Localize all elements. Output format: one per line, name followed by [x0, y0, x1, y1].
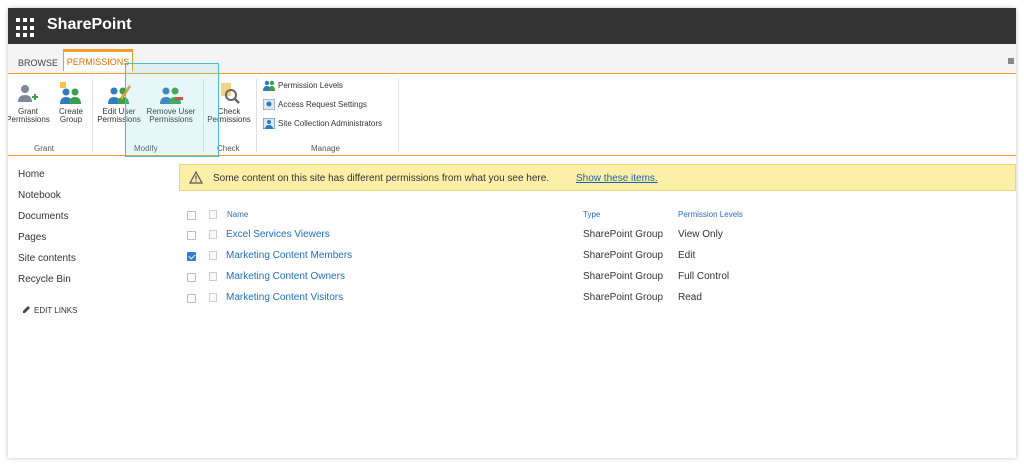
permission-levels-icon [263, 81, 275, 92]
permission-level: Full Control [678, 271, 730, 282]
row-checkbox[interactable] [187, 273, 196, 282]
nav-item-recycle-bin[interactable]: Recycle Bin [18, 273, 76, 294]
selection-highlight [125, 63, 219, 157]
row-checkbox[interactable] [187, 231, 196, 240]
group-label-grant: Grant [34, 144, 55, 153]
group-type: SharePoint Group [583, 250, 664, 261]
site-collection-administrators-button[interactable]: Site Collection Administrators [262, 116, 383, 132]
group-label-manage: Manage [311, 144, 340, 153]
document-icon [209, 251, 217, 260]
sharepoint-window: SharePoint BROWSE PERMISSIONS Grant Perm… [8, 8, 1016, 458]
row-checkbox[interactable] [187, 294, 196, 303]
banner-message: Some content on this site has different … [213, 173, 550, 184]
group-type: SharePoint Group [583, 292, 664, 303]
nav-item-site-contents[interactable]: Site contents [18, 252, 76, 273]
show-these-items-link[interactable]: Show these items. [576, 173, 658, 184]
column-header-type[interactable]: Type [583, 210, 600, 219]
grant-permissions-icon [18, 85, 38, 102]
permission-levels-label: Permission Levels [278, 81, 343, 90]
tab-permissions[interactable]: PERMISSIONS [63, 49, 133, 71]
column-header-name[interactable]: Name [227, 210, 248, 219]
permission-level: Read [678, 292, 702, 303]
ribbon-separator [256, 79, 257, 152]
column-header-permission-levels[interactable]: Permission Levels [678, 210, 743, 219]
group-name-link[interactable]: Marketing Content Members [226, 250, 352, 261]
grant-permissions-label-2: Permissions [8, 115, 50, 124]
document-icon [209, 272, 217, 281]
group-name-link[interactable]: Marketing Content Owners [226, 271, 345, 282]
group-type: SharePoint Group [583, 229, 664, 240]
nav-item-pages[interactable]: Pages [18, 231, 76, 252]
suite-bar: SharePoint [8, 8, 1016, 44]
ribbon-scroll-icon[interactable] [1008, 58, 1014, 64]
edit-links-button[interactable]: EDIT LINKS [22, 305, 77, 315]
site-collection-administrators-icon [262, 117, 276, 130]
nav-item-notebook[interactable]: Notebook [18, 189, 76, 210]
select-all-checkbox[interactable] [187, 211, 196, 220]
ribbon-separator [398, 79, 399, 152]
group-name-link[interactable]: Marketing Content Visitors [226, 292, 343, 303]
left-navigation: Home Notebook Documents Pages Site conte… [18, 168, 76, 294]
check-permissions-icon [221, 83, 240, 104]
permission-levels-button[interactable]: Permission Levels [263, 78, 343, 94]
permission-level: Edit [678, 250, 696, 261]
group-label-check: Check [217, 144, 240, 153]
nav-item-home[interactable]: Home [18, 168, 76, 189]
document-icon [209, 293, 217, 302]
nav-item-documents[interactable]: Documents [18, 210, 76, 231]
document-icon [209, 210, 217, 219]
access-request-settings-icon [262, 98, 276, 111]
pencil-icon [23, 306, 30, 313]
tab-browse[interactable]: BROWSE [18, 58, 58, 68]
edit-links-label: EDIT LINKS [34, 306, 78, 315]
grant-permissions-button[interactable]: Grant Permissions [8, 82, 52, 124]
create-group-label-2: Group [59, 115, 83, 124]
group-name-link[interactable]: Excel Services Viewers [226, 229, 330, 240]
warning-icon [189, 171, 203, 184]
permission-level: View Only [678, 229, 723, 240]
group-type: SharePoint Group [583, 271, 664, 282]
access-request-settings-button[interactable]: Access Request Settings [262, 97, 367, 113]
ribbon-separator [92, 79, 93, 152]
app-launcher-icon[interactable] [14, 16, 38, 40]
access-request-settings-label: Access Request Settings [278, 100, 367, 109]
permissions-warning-banner: Some content on this site has different … [179, 164, 1016, 191]
create-group-button[interactable]: Create Group [54, 82, 88, 124]
site-collection-administrators-label: Site Collection Administrators [278, 119, 383, 128]
row-checkbox-checked[interactable] [187, 252, 196, 261]
brand-title[interactable]: SharePoint [47, 16, 131, 34]
create-group-icon [60, 82, 81, 104]
document-icon [209, 230, 217, 239]
